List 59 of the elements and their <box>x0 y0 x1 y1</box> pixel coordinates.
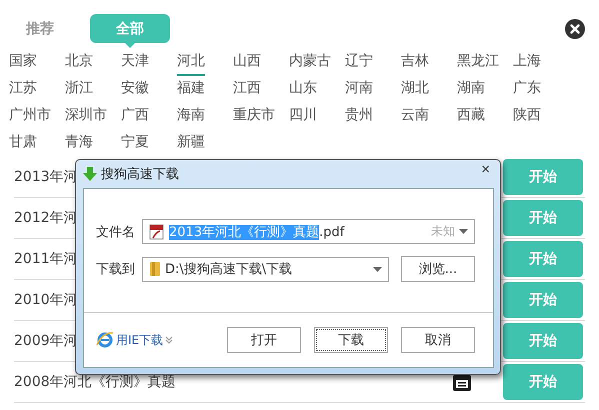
region-link[interactable]: 贵州 <box>345 103 373 130</box>
region-link[interactable]: 深圳市 <box>65 103 107 130</box>
close-icon[interactable] <box>565 18 585 38</box>
region-link[interactable]: 国家 <box>9 49 37 76</box>
tab-pointer-icon <box>125 43 135 48</box>
region-link[interactable]: 云南 <box>401 103 429 130</box>
region-link[interactable]: 陕西 <box>513 103 541 130</box>
download-arrow-icon <box>83 167 97 181</box>
region-link[interactable]: 河南 <box>345 76 373 103</box>
region-link[interactable]: 山东 <box>289 76 317 103</box>
close-button[interactable]: × <box>477 160 494 178</box>
region-link[interactable]: 重庆市 <box>233 103 275 130</box>
region-link[interactable]: 吉林 <box>401 49 429 76</box>
region-link[interactable]: 福建 <box>177 76 205 103</box>
paper-title: 2009年河 <box>14 332 78 350</box>
folder-field[interactable]: D:\搜狗高速下载\下载 <box>142 256 389 282</box>
region-link[interactable]: 海南 <box>177 103 205 130</box>
dialog-button[interactable]: 取消 <box>401 327 475 353</box>
region-link[interactable]: 湖北 <box>401 76 429 103</box>
file-size: 未知 <box>431 223 455 240</box>
dropdown-caret-icon[interactable] <box>373 266 382 272</box>
browse-button[interactable]: 浏览... <box>401 256 475 282</box>
dialog-button[interactable]: 打开 <box>227 327 301 353</box>
folder-icon <box>149 261 161 277</box>
region-link[interactable]: 西藏 <box>457 103 485 130</box>
ie-download-link[interactable]: 用IE下载 <box>96 331 174 349</box>
region-link[interactable]: 江苏 <box>9 76 37 103</box>
paper-title: 2010年河 <box>14 291 78 309</box>
region-link[interactable]: 广东 <box>513 76 541 103</box>
region-link[interactable]: 浙江 <box>65 76 93 103</box>
region-link[interactable]: 河北 <box>177 49 205 76</box>
paper-title: 2008年河北《行测》真题 <box>14 373 176 391</box>
region-link[interactable]: 广州市 <box>9 103 51 130</box>
region-link[interactable]: 黑龙江 <box>457 49 499 76</box>
region-link[interactable]: 湖南 <box>457 76 485 103</box>
region-link[interactable]: 安徽 <box>121 76 149 103</box>
dialog-title: 搜狗高速下载 <box>101 166 180 183</box>
region-link[interactable]: 宁夏 <box>121 130 149 157</box>
region-link[interactable]: 甘肃 <box>9 130 37 157</box>
region-link[interactable]: 四川 <box>289 103 317 130</box>
region-link[interactable]: 江西 <box>233 76 261 103</box>
paper-title: 2013年河 <box>14 168 78 186</box>
dropdown-caret-icon[interactable] <box>459 229 468 234</box>
region-link[interactable]: 新疆 <box>177 130 205 157</box>
browser-logo-icon <box>96 331 114 349</box>
region-link[interactable]: 青海 <box>65 130 93 157</box>
chevron-down-icon <box>165 336 174 344</box>
region-link[interactable]: 内蒙古 <box>289 49 331 76</box>
paper-title: 2012年河 <box>14 209 78 227</box>
pdf-file-icon <box>149 224 165 240</box>
paper-title: 2011年河 <box>14 250 78 268</box>
dialog-button[interactable]: 下载 <box>314 327 388 353</box>
region-link[interactable]: 辽宁 <box>345 49 373 76</box>
region-link[interactable]: 上海 <box>513 49 541 76</box>
filename-field[interactable]: 2013年河北《行测》真题.pdf 未知 <box>142 219 475 244</box>
region-link[interactable]: 北京 <box>65 49 93 76</box>
region-link[interactable]: 广西 <box>121 103 149 130</box>
region-link[interactable]: 天津 <box>121 49 149 76</box>
region-link[interactable]: 山西 <box>233 49 261 76</box>
